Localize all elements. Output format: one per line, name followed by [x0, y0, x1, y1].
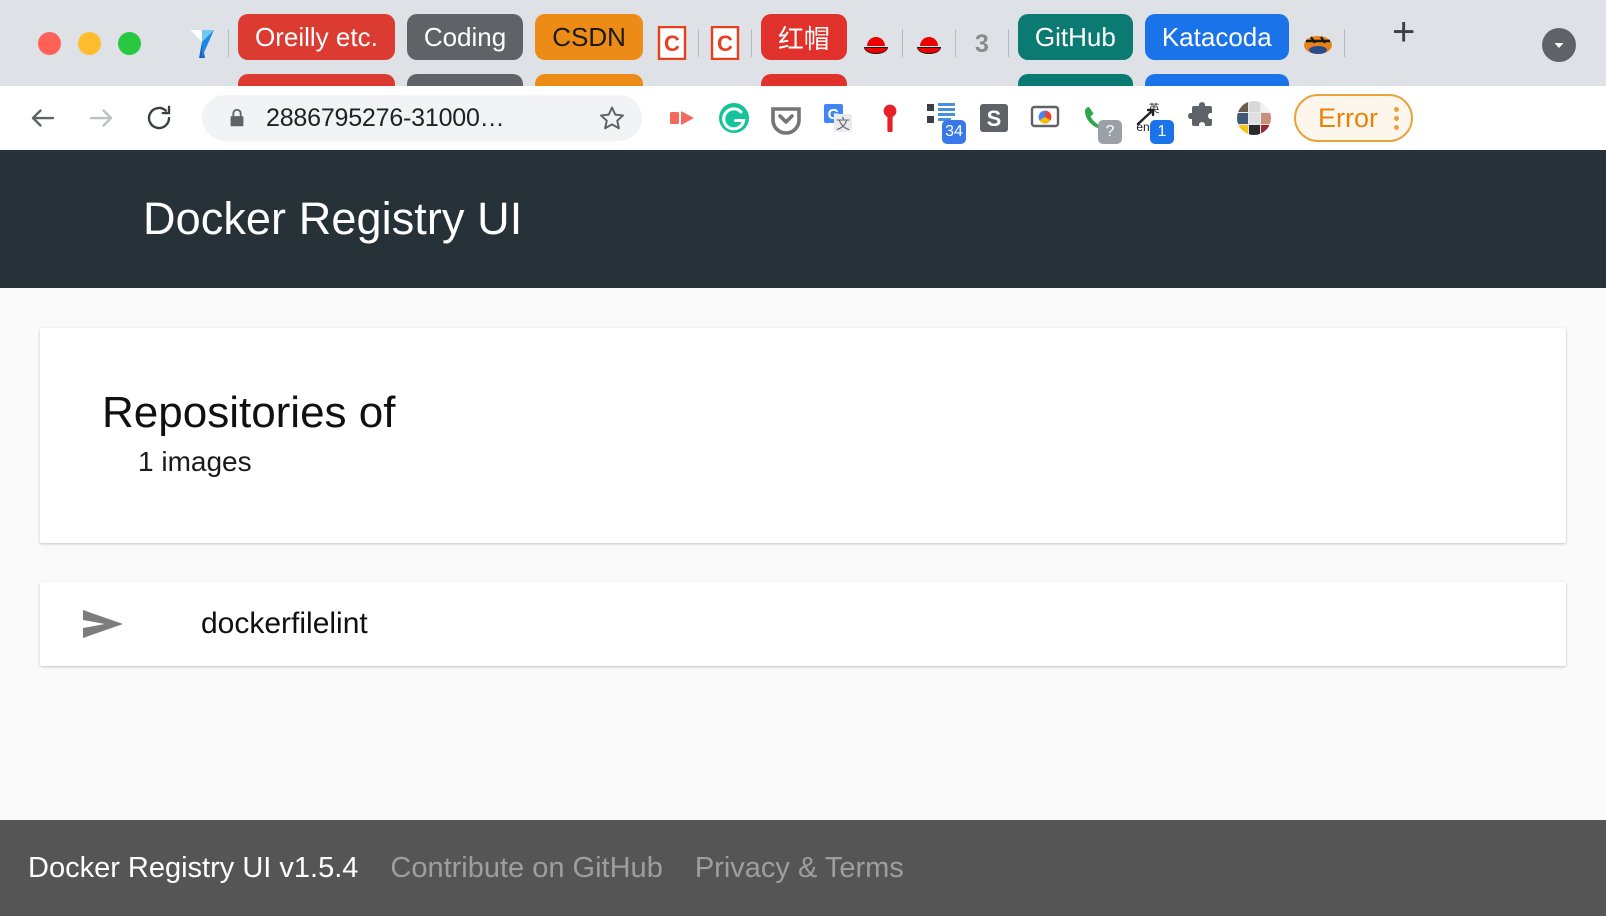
svg-text:S: S	[987, 106, 1002, 131]
repositories-title: Repositories of	[102, 388, 396, 437]
repositories-card: Repositories of 1 images	[40, 328, 1566, 543]
footer-link-contribute[interactable]: Contribute on GitHub	[390, 852, 662, 885]
tab-group-second-row	[535, 74, 643, 86]
tab-separator	[954, 29, 956, 57]
tab-list-button[interactable]	[1542, 28, 1576, 62]
recycle-3-favicon[interactable]: 3	[959, 0, 1005, 86]
new-tab-button[interactable]: +	[1376, 4, 1432, 60]
tab-group-second-row	[1017, 74, 1133, 86]
app-header: Docker Registry UI	[0, 150, 1606, 288]
password-key-extension-icon[interactable]	[864, 92, 916, 144]
tab-group-label: Katacoda	[1144, 14, 1289, 60]
repository-name[interactable]: dockerfilelint	[201, 607, 368, 641]
tab-group-second-row	[760, 74, 847, 86]
grammarly-extension-icon[interactable]	[708, 92, 760, 144]
tab-separator	[228, 29, 229, 57]
svg-text:en: en	[1136, 120, 1149, 134]
google-translate-extension-icon[interactable]: G文	[812, 92, 864, 144]
page-viewport: Docker Registry UI Repositories of 1 ima…	[0, 150, 1606, 916]
close-window-button[interactable]	[38, 31, 61, 55]
repositories-count: 1 images	[138, 446, 252, 478]
tab-group-label: 红帽	[760, 14, 847, 60]
svg-text:C: C	[717, 31, 733, 56]
maximize-window-button[interactable]	[118, 31, 141, 55]
chrome-cast-extension-icon[interactable]	[1020, 92, 1072, 144]
tab-group-CSDN[interactable]: CSDN	[535, 0, 643, 86]
blue-diamond-favicon[interactable]	[179, 0, 225, 86]
sitemap-extension-icon[interactable]: 34	[916, 92, 968, 144]
minimize-window-button[interactable]	[78, 31, 101, 55]
tab-group-second-row	[1144, 74, 1289, 86]
redhat-favicon[interactable]	[853, 0, 899, 86]
url-text[interactable]: 2886795276-31000…	[266, 104, 588, 133]
browser-toolbar: 2886795276-31000… G文 34 S ? 英 en 1 Error	[0, 86, 1606, 150]
profile-avatar[interactable]	[1228, 92, 1280, 144]
tab-group-红帽[interactable]: 红帽	[760, 0, 847, 86]
error-button-label: Error	[1318, 102, 1378, 133]
tab-group-second-row	[238, 74, 395, 86]
redhat-favicon[interactable]	[906, 0, 952, 86]
footer-link-privacy[interactable]: Privacy & Terms	[695, 852, 904, 885]
extensions-bar: G文 34 S ? 英 en 1	[656, 92, 1280, 144]
skype-call-extension-badge: ?	[1098, 120, 1122, 144]
extensions-puzzle-icon[interactable]	[1176, 92, 1228, 144]
tab-strip: Oreilly etc. Coding CSDN C C 红帽 3 GitHub Katacod…	[0, 0, 1606, 86]
tab-group-label: GitHub	[1017, 14, 1133, 60]
error-button[interactable]: Error	[1294, 94, 1413, 142]
translate-en-extension-icon[interactable]: 英 en 1	[1124, 92, 1176, 144]
footer-version: Docker Registry UI v1.5.4	[28, 851, 359, 884]
browser-window: Oreilly etc. Coding CSDN C C 红帽 3 GitHub Katacod…	[0, 0, 1606, 916]
tab-group-Katacoda[interactable]: Katacoda	[1144, 0, 1289, 86]
csdn-c-favicon[interactable]: C	[702, 0, 748, 86]
svg-text:文: 文	[836, 116, 850, 132]
window-controls	[0, 0, 141, 86]
star-icon[interactable]	[598, 104, 626, 132]
tab-separator	[1343, 29, 1345, 57]
back-button[interactable]	[20, 95, 66, 141]
app-footer: Docker Registry UI v1.5.4 Contribute on …	[0, 820, 1606, 916]
reload-button[interactable]	[136, 95, 182, 141]
page-content: Repositories of 1 images dockerfilelint	[0, 288, 1606, 820]
tab-group-label: CSDN	[535, 14, 643, 60]
list-item[interactable]: dockerfilelint	[40, 582, 1566, 666]
tab-separator	[750, 29, 752, 57]
translate-en-extension-badge: 1	[1150, 120, 1174, 144]
svg-text:3: 3	[975, 30, 989, 58]
page-title: Docker Registry UI	[143, 193, 523, 244]
tab-group-GitHub[interactable]: GitHub	[1017, 0, 1133, 86]
csdn-c-favicon[interactable]: C	[649, 0, 695, 86]
tab-group-label: Oreilly etc.	[238, 14, 395, 60]
forward-button[interactable]	[78, 95, 124, 141]
tab-strip-items: Oreilly etc. Coding CSDN C C 红帽 3 GitHub Katacod…	[141, 0, 1348, 86]
svg-text:C: C	[664, 31, 680, 56]
tab-group-Coding[interactable]: Coding	[406, 0, 524, 86]
lock-icon	[226, 107, 248, 129]
video-downloader-extension-icon[interactable]	[656, 92, 708, 144]
kebab-menu-icon[interactable]	[1394, 106, 1399, 130]
tab-group-label: Coding	[406, 14, 524, 60]
scribd-s-extension-icon[interactable]: S	[968, 92, 1020, 144]
tab-separator	[901, 29, 903, 57]
tab-separator	[697, 29, 699, 57]
send-arrow-icon	[80, 606, 136, 642]
tab-group-Oreilly etc.[interactable]: Oreilly etc.	[238, 0, 395, 86]
tab-group-second-row	[406, 74, 524, 86]
address-bar[interactable]: 2886795276-31000…	[202, 95, 642, 141]
tab-separator	[1007, 29, 1009, 57]
skype-call-extension-icon[interactable]: ?	[1072, 92, 1124, 144]
sitemap-extension-badge: 34	[942, 120, 966, 144]
tiger-favicon[interactable]	[1295, 0, 1341, 86]
pocket-extension-icon[interactable]	[760, 92, 812, 144]
